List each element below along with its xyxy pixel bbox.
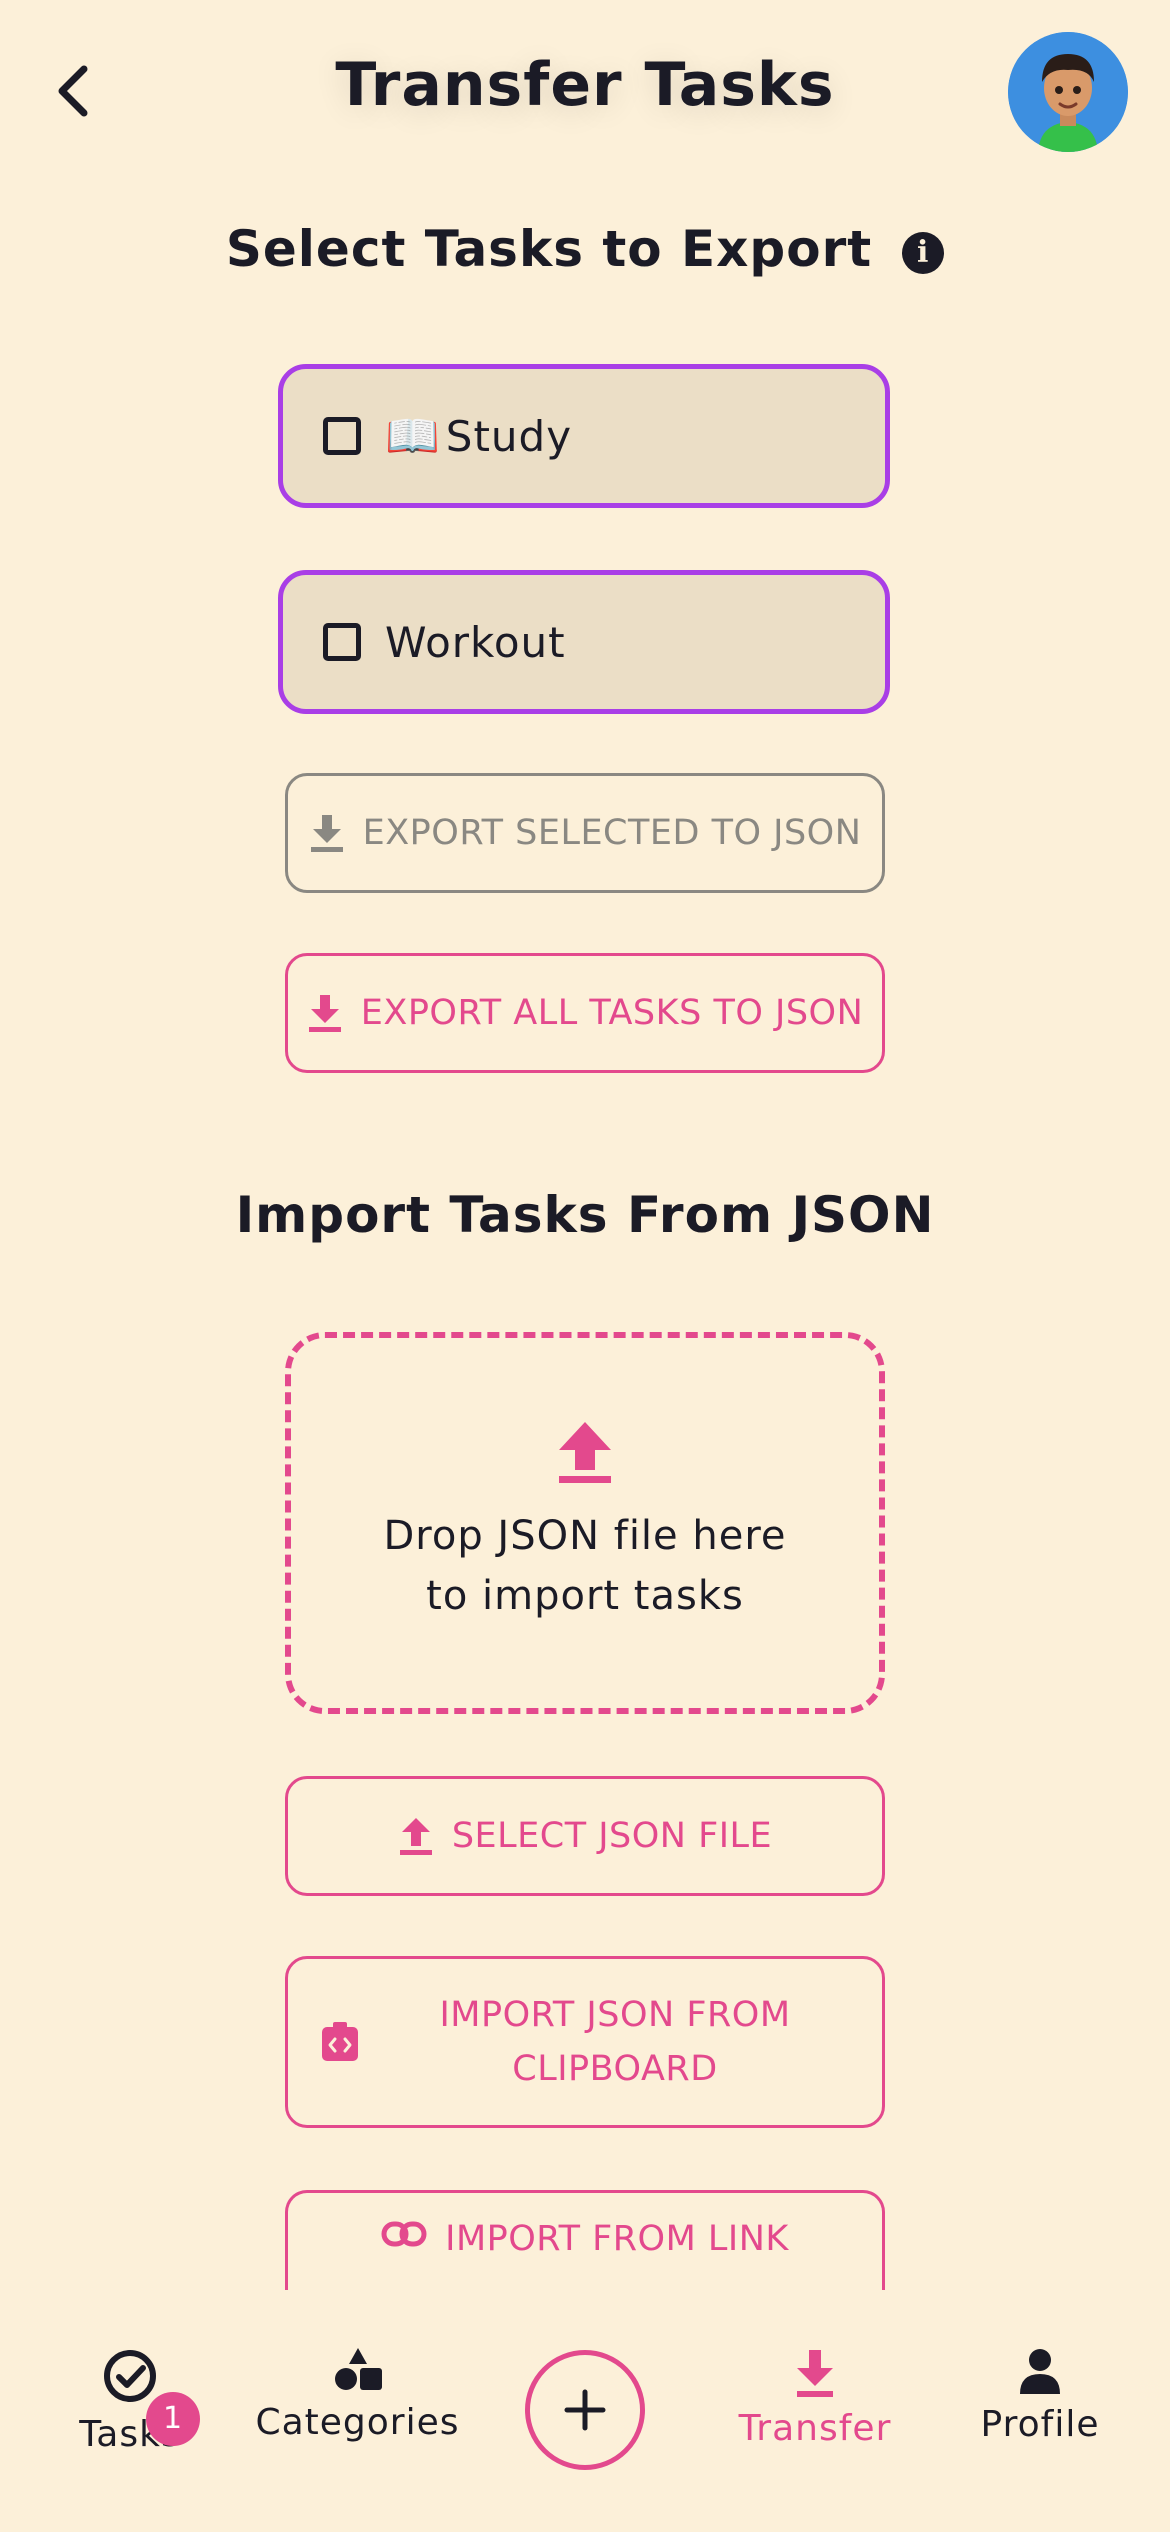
transfer-tasks-screen: Transfer Tasks Select Tasks to Export i 📖…: [0, 0, 1170, 2532]
checkbox[interactable]: [323, 417, 361, 455]
dropzone-line1: Drop JSON file here: [383, 1513, 787, 1559]
download-icon: [307, 993, 343, 1033]
import-clipboard-line2: CLIPBOARD: [512, 2049, 718, 2089]
check-circle-icon: [104, 2350, 156, 2402]
select-json-file-label: SELECT JSON FILE: [451, 1816, 773, 1856]
nav-categories[interactable]: Categories: [250, 2348, 465, 2443]
nav-profile-label: Profile: [980, 2404, 1100, 2445]
header: Transfer Tasks: [0, 0, 1170, 190]
person-icon: [1020, 2349, 1060, 2394]
link-icon: [381, 2219, 427, 2249]
import-from-link-button[interactable]: IMPORT FROM LINK: [285, 2190, 885, 2290]
export-selected-button[interactable]: EXPORT SELECTED TO JSON: [285, 773, 885, 893]
clipboard-code-icon: [320, 2021, 360, 2063]
import-from-link-label: IMPORT FROM LINK: [445, 2219, 789, 2259]
nav-profile[interactable]: Profile: [975, 2348, 1105, 2445]
info-icon[interactable]: i: [902, 231, 945, 274]
export-all-label: EXPORT ALL TASKS TO JSON: [360, 993, 864, 1033]
nav-tasks[interactable]: Tasks 1: [60, 2348, 200, 2455]
json-dropzone[interactable]: Drop JSON file here to import tasks: [285, 1332, 885, 1714]
book-emoji-icon: 📖: [385, 411, 440, 462]
avatar-image: [1008, 32, 1128, 152]
shapes-icon: [334, 2348, 382, 2390]
nav-categories-label: Categories: [255, 2402, 460, 2443]
tasks-badge: 1: [146, 2392, 200, 2446]
import-section-title: Import Tasks From JSON: [235, 1186, 935, 1244]
nav-transfer[interactable]: Transfer: [730, 2348, 900, 2449]
download-icon: [797, 2350, 833, 2397]
add-task-button[interactable]: [525, 2350, 645, 2470]
download-icon: [309, 813, 345, 853]
task-card-study[interactable]: 📖 Study: [278, 364, 890, 508]
import-clipboard-label: IMPORT JSON FROM CLIPBOARD: [439, 1988, 790, 2096]
upload-icon: [559, 1422, 611, 1483]
dropzone-line2: to import tasks: [426, 1573, 744, 1619]
plus-icon: [564, 2389, 606, 2431]
export-all-button[interactable]: EXPORT ALL TASKS TO JSON: [285, 953, 885, 1073]
task-card-workout[interactable]: Workout: [278, 570, 890, 714]
export-title-text: Select Tasks to Export: [225, 220, 873, 278]
checkbox[interactable]: [323, 623, 361, 661]
dropzone-text: Drop JSON file here to import tasks: [383, 1506, 786, 1626]
nav-transfer-label: Transfer: [738, 2408, 892, 2449]
task-label: Study: [445, 411, 573, 461]
import-clipboard-line1: IMPORT JSON FROM: [439, 1995, 791, 2035]
task-label: Workout: [385, 617, 566, 667]
export-selected-label: EXPORT SELECTED TO JSON: [362, 813, 862, 853]
avatar[interactable]: [1008, 32, 1128, 152]
page-title: Transfer Tasks: [335, 50, 835, 120]
import-clipboard-button[interactable]: IMPORT JSON FROM CLIPBOARD: [285, 1956, 885, 2128]
bottom-navigation: Tasks 1 Categories Transfer Profile: [0, 2290, 1170, 2532]
export-section-title: Select Tasks to Export i: [0, 220, 1170, 278]
select-json-file-button[interactable]: SELECT JSON FILE: [285, 1776, 885, 1896]
upload-icon: [398, 1816, 434, 1856]
